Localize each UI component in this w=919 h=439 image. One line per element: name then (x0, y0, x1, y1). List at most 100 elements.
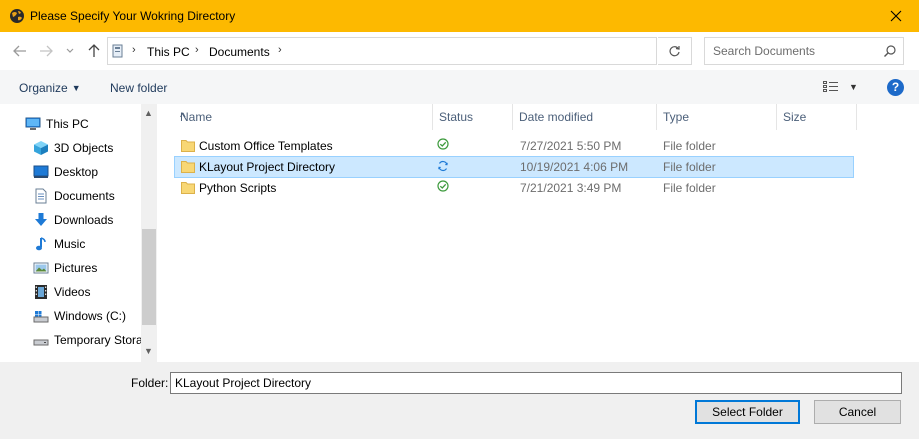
documents-icon (35, 188, 47, 204)
download-arrow-icon (35, 213, 47, 226)
sidebar-item-label: Music (54, 237, 86, 251)
navigation-pane-scrollbar[interactable]: ▲ ▼ (141, 104, 157, 362)
sidebar-item-label: Pictures (54, 261, 98, 275)
column-header-name[interactable]: Name ^ (174, 104, 433, 130)
column-header-label: Date modified (519, 110, 594, 124)
file-name: Python Scripts (199, 181, 277, 195)
sync-pending-icon (438, 160, 448, 172)
cancel-button[interactable]: Cancel (814, 400, 901, 424)
folder-name-input[interactable] (171, 373, 901, 393)
sidebar-item-windows-c[interactable]: Windows (C:) (0, 305, 140, 327)
details-view-icon (823, 81, 838, 92)
title-bar: Please Specify Your Wokring Directory (0, 0, 919, 32)
file-type: File folder (663, 181, 716, 195)
window-title: Please Specify Your Wokring Directory (30, 9, 236, 23)
sort-ascending-icon: ^ (180, 110, 186, 124)
list-item[interactable]: Custom Office Templates 7/27/2021 5:50 P… (174, 135, 854, 157)
column-header-size[interactable]: Size (777, 104, 857, 130)
sidebar-item-this-pc[interactable]: This PC (0, 113, 140, 135)
search-box[interactable] (704, 37, 904, 65)
close-icon (890, 10, 902, 22)
column-header-label: Status (439, 110, 474, 124)
footer-panel: Folder: Select Folder Cancel (0, 362, 919, 439)
file-date-modified: 7/21/2021 3:49 PM (520, 181, 622, 195)
sidebar-item-videos[interactable]: Videos (0, 281, 140, 303)
desktop-icon (33, 165, 49, 178)
app-globe-icon (10, 9, 24, 23)
recent-locations-button[interactable] (63, 41, 77, 61)
sidebar-item-label: Videos (54, 285, 91, 299)
navigation-pane: This PC 3D Objects Desktop Documents Dow… (0, 104, 157, 362)
arrow-up-icon (88, 44, 100, 57)
file-type: File folder (663, 139, 716, 153)
sidebar-item-downloads[interactable]: Downloads (0, 209, 140, 231)
arrow-right-icon (40, 45, 53, 57)
breadcrumb-documents[interactable]: Documents (209, 45, 270, 59)
pictures-icon (33, 262, 49, 274)
change-view-button[interactable]: ▼ (823, 81, 858, 93)
caret-down-icon: ▼ (849, 82, 858, 92)
sidebar-item-label: This PC (46, 117, 89, 131)
sidebar-item-label: Windows (C:) (54, 309, 127, 323)
folder-icon (181, 161, 195, 173)
breadcrumb-this-pc[interactable]: This PC (147, 45, 190, 59)
folder-icon (181, 182, 195, 194)
scroll-up-arrow-icon[interactable]: ▲ (144, 108, 153, 118)
sidebar-item-3d-objects[interactable]: 3D Objects (0, 137, 140, 159)
column-header-status[interactable]: Status (433, 104, 513, 130)
sidebar-item-label: 3D Objects (54, 141, 114, 155)
help-button[interactable]: ? (887, 79, 904, 96)
sidebar-item-temporary-storage[interactable]: Temporary Stora (0, 329, 143, 351)
sync-ok-icon (437, 180, 449, 192)
command-bar: Organize ▼ New folder ▼ ? (0, 70, 919, 104)
search-icon (884, 45, 896, 57)
caret-down-icon: ▼ (71, 83, 81, 93)
refresh-button[interactable] (658, 37, 692, 65)
sidebar-item-pictures[interactable]: Pictures (0, 257, 140, 279)
new-folder-label: New folder (110, 81, 168, 95)
folder-icon (181, 140, 195, 152)
cube-icon (34, 141, 48, 155)
sync-ok-icon (437, 138, 449, 150)
drive-icon (33, 339, 49, 346)
refresh-icon (669, 45, 680, 56)
forward-button[interactable] (36, 41, 56, 61)
computer-icon (25, 117, 41, 130)
close-button[interactable] (873, 0, 919, 32)
file-name: Custom Office Templates (199, 139, 333, 153)
sidebar-item-label: Desktop (54, 165, 99, 179)
sidebar-item-desktop[interactable]: Desktop (0, 161, 140, 183)
search-input[interactable] (705, 38, 875, 64)
list-item[interactable]: Python Scripts 7/21/2021 3:49 PM File fo… (174, 177, 854, 199)
folder-field[interactable] (170, 372, 902, 394)
column-header-label: Type (663, 110, 690, 124)
organize-label: Organize (19, 81, 68, 95)
breadcrumb-separator[interactable]: › (195, 44, 199, 56)
sidebar-item-documents[interactable]: Documents (0, 185, 140, 207)
new-folder-button[interactable]: New folder (110, 81, 167, 95)
breadcrumb-separator[interactable]: › (132, 44, 136, 56)
file-date-modified: 10/19/2021 4:06 PM (520, 160, 629, 174)
sidebar-item-label: Temporary Stora (54, 333, 143, 347)
navigation-row: › This PC › Documents › (0, 32, 919, 70)
music-note-icon (36, 237, 46, 251)
file-date-modified: 7/27/2021 5:50 PM (520, 139, 622, 153)
drive-icon (33, 311, 49, 323)
file-type: File folder (663, 160, 716, 174)
up-button[interactable] (84, 41, 104, 61)
list-item[interactable]: KLayout Project Directory 10/19/2021 4:0… (174, 156, 854, 178)
column-header-date-modified[interactable]: Date modified (513, 104, 657, 130)
organize-menu-button[interactable]: Organize ▼ (19, 81, 81, 95)
select-folder-button[interactable]: Select Folder (695, 400, 800, 424)
column-header-label: Size (783, 110, 807, 124)
scrollbar-thumb[interactable] (142, 229, 156, 325)
address-bar[interactable]: › This PC › Documents › (107, 37, 657, 65)
scroll-down-arrow-icon[interactable]: ▼ (144, 346, 153, 356)
film-icon (35, 285, 47, 299)
back-button[interactable] (10, 41, 30, 61)
sidebar-item-label: Documents (54, 189, 115, 203)
file-list: Name ^ Status Date modified Type Size Cu… (157, 104, 919, 362)
breadcrumb-separator[interactable]: › (278, 44, 282, 56)
column-header-type[interactable]: Type (657, 104, 777, 130)
sidebar-item-music[interactable]: Music (0, 233, 140, 255)
